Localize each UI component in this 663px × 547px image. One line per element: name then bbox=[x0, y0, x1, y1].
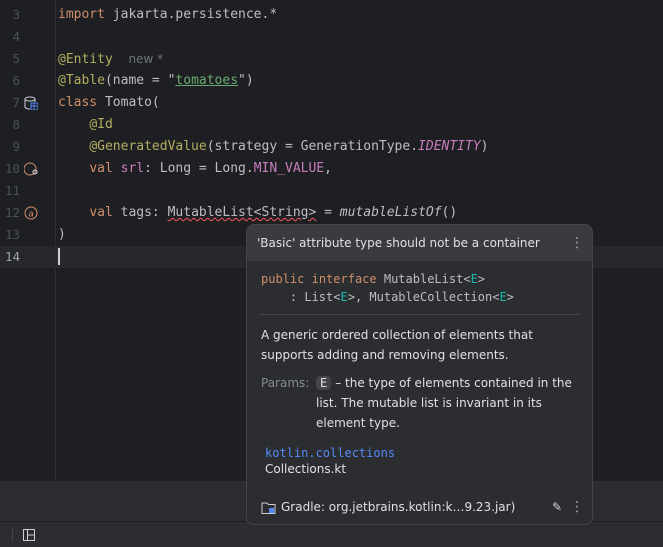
token: import bbox=[58, 7, 105, 22]
library-folder-icon bbox=[261, 502, 276, 514]
token: tomatoes bbox=[175, 73, 239, 88]
params-label: Params: bbox=[261, 376, 310, 390]
code-text: val srl: Long = Long.MIN_VALUE, bbox=[58, 158, 332, 180]
line-number: 10 bbox=[4, 161, 20, 176]
type-param: E bbox=[340, 290, 348, 304]
code-line[interactable]: 9 @GeneratedValue(strategy = GenerationT… bbox=[0, 136, 663, 158]
description: A generic ordered collection of elements… bbox=[261, 328, 533, 362]
attribute-icon[interactable]: a bbox=[24, 206, 38, 220]
svg-text:a: a bbox=[28, 210, 34, 220]
token: Tomato( bbox=[97, 95, 160, 110]
code-line[interactable]: 8 @Id bbox=[0, 114, 663, 136]
edit-pencil-icon[interactable]: ✎ bbox=[552, 490, 562, 524]
token: ") bbox=[238, 73, 254, 88]
line-number: 9 bbox=[12, 139, 20, 154]
token: class bbox=[58, 95, 98, 110]
entity-table-icon[interactable] bbox=[24, 96, 39, 111]
code-text: ) bbox=[58, 224, 66, 246]
token: : Long = Long. bbox=[144, 161, 254, 176]
code-text bbox=[58, 246, 60, 268]
text-caret bbox=[58, 248, 60, 265]
signature: public interface MutableList<E> : List<E… bbox=[261, 272, 514, 304]
token: (strategy = GenerationType. bbox=[206, 139, 419, 154]
token: MIN_VALUE bbox=[253, 161, 325, 176]
token: MutableList<String> bbox=[167, 205, 317, 220]
code-line[interactable]: 7 class Tomato( bbox=[0, 92, 663, 114]
status-divider bbox=[12, 528, 13, 542]
footer-more-icon[interactable]: ⋮ bbox=[570, 490, 584, 524]
line-number: 12 bbox=[4, 205, 20, 220]
id-column-icon[interactable] bbox=[23, 162, 38, 176]
file-name: Collections.kt bbox=[265, 462, 347, 476]
sig-super: >, MutableCollection< bbox=[347, 290, 500, 304]
inspection-message: 'Basic' attribute type should not be a c… bbox=[257, 236, 540, 250]
line-number: 4 bbox=[12, 29, 20, 44]
code-text: import jakarta.persistence.* bbox=[58, 4, 277, 26]
line-number: 13 bbox=[4, 227, 20, 242]
code-line[interactable]: 12 a val tags: MutableList<String> = muta… bbox=[0, 202, 663, 224]
sig-name: MutableList< bbox=[383, 272, 471, 286]
code-line[interactable]: 11 bbox=[0, 180, 663, 202]
documentation-popup: 'Basic' attribute type should not be a c… bbox=[246, 224, 593, 525]
params: Params: E – the type of elements containe… bbox=[247, 365, 592, 433]
line-number: 6 bbox=[12, 73, 20, 88]
token: @Id bbox=[89, 117, 113, 132]
param-name: E bbox=[316, 376, 332, 390]
layout-icon[interactable] bbox=[23, 529, 35, 541]
code-text: @GeneratedValue(strategy = GenerationTyp… bbox=[58, 136, 489, 158]
type-param: E bbox=[470, 272, 478, 286]
token: () bbox=[441, 205, 458, 220]
type-param: E bbox=[499, 290, 507, 304]
token: ) bbox=[58, 227, 66, 242]
author-hint[interactable]: new * bbox=[128, 52, 163, 66]
code-line[interactable]: 3 import jakarta.persistence.* bbox=[0, 4, 663, 26]
param-desc: – the type of elements contained in the … bbox=[316, 376, 572, 430]
token: mutableListOf bbox=[339, 205, 442, 220]
token: jakarta.persistence.* bbox=[104, 7, 278, 22]
code-text: @Id bbox=[58, 114, 113, 136]
token: srl bbox=[120, 161, 145, 176]
code-text: class Tomato( bbox=[58, 92, 160, 114]
more-options-icon[interactable]: ⋮ bbox=[570, 225, 584, 261]
code-line[interactable]: 10 val srl: Long = Long.MIN_VALUE, bbox=[0, 158, 663, 180]
token: @GeneratedValue bbox=[89, 139, 207, 154]
library-name[interactable]: Gradle: org.jetbrains.kotlin:k…9.23.jar) bbox=[281, 500, 515, 514]
line-number: 8 bbox=[12, 117, 20, 132]
status-bar bbox=[0, 522, 663, 547]
sig-super: : List< bbox=[261, 290, 341, 304]
popup-footer: Gradle: org.jetbrains.kotlin:k…9.23.jar)… bbox=[247, 490, 592, 524]
sig-keyword: public bbox=[261, 272, 305, 286]
code-text: @Table(name = "tomatoes") bbox=[58, 70, 254, 92]
sig-keyword: interface bbox=[311, 272, 377, 286]
line-number: 14 bbox=[4, 249, 20, 264]
line-number: 7 bbox=[12, 95, 20, 110]
code-line[interactable]: 4 bbox=[0, 26, 663, 48]
code-text: val tags: MutableList<String> = mutableL… bbox=[58, 202, 457, 224]
code-line[interactable]: 6 @Table(name = "tomatoes") bbox=[0, 70, 663, 92]
token: @Entity bbox=[58, 52, 113, 67]
token: , bbox=[324, 161, 332, 176]
token: tags: bbox=[112, 205, 168, 220]
code-text: @Entity new * bbox=[58, 48, 163, 71]
line-number: 11 bbox=[4, 183, 20, 198]
token: val bbox=[89, 161, 113, 176]
token: @Table bbox=[58, 73, 105, 88]
package-link[interactable]: kotlin.collections bbox=[247, 433, 592, 461]
token: = bbox=[316, 205, 340, 220]
line-number: 3 bbox=[12, 7, 20, 22]
token: (name = bbox=[104, 73, 168, 88]
code-line[interactable]: 5 @Entity new * bbox=[0, 48, 663, 70]
token: ) bbox=[480, 139, 489, 154]
token: val bbox=[89, 205, 113, 220]
popup-header: 'Basic' attribute type should not be a c… bbox=[247, 225, 592, 261]
token: IDENTITY bbox=[418, 139, 481, 154]
line-number: 5 bbox=[12, 51, 20, 66]
